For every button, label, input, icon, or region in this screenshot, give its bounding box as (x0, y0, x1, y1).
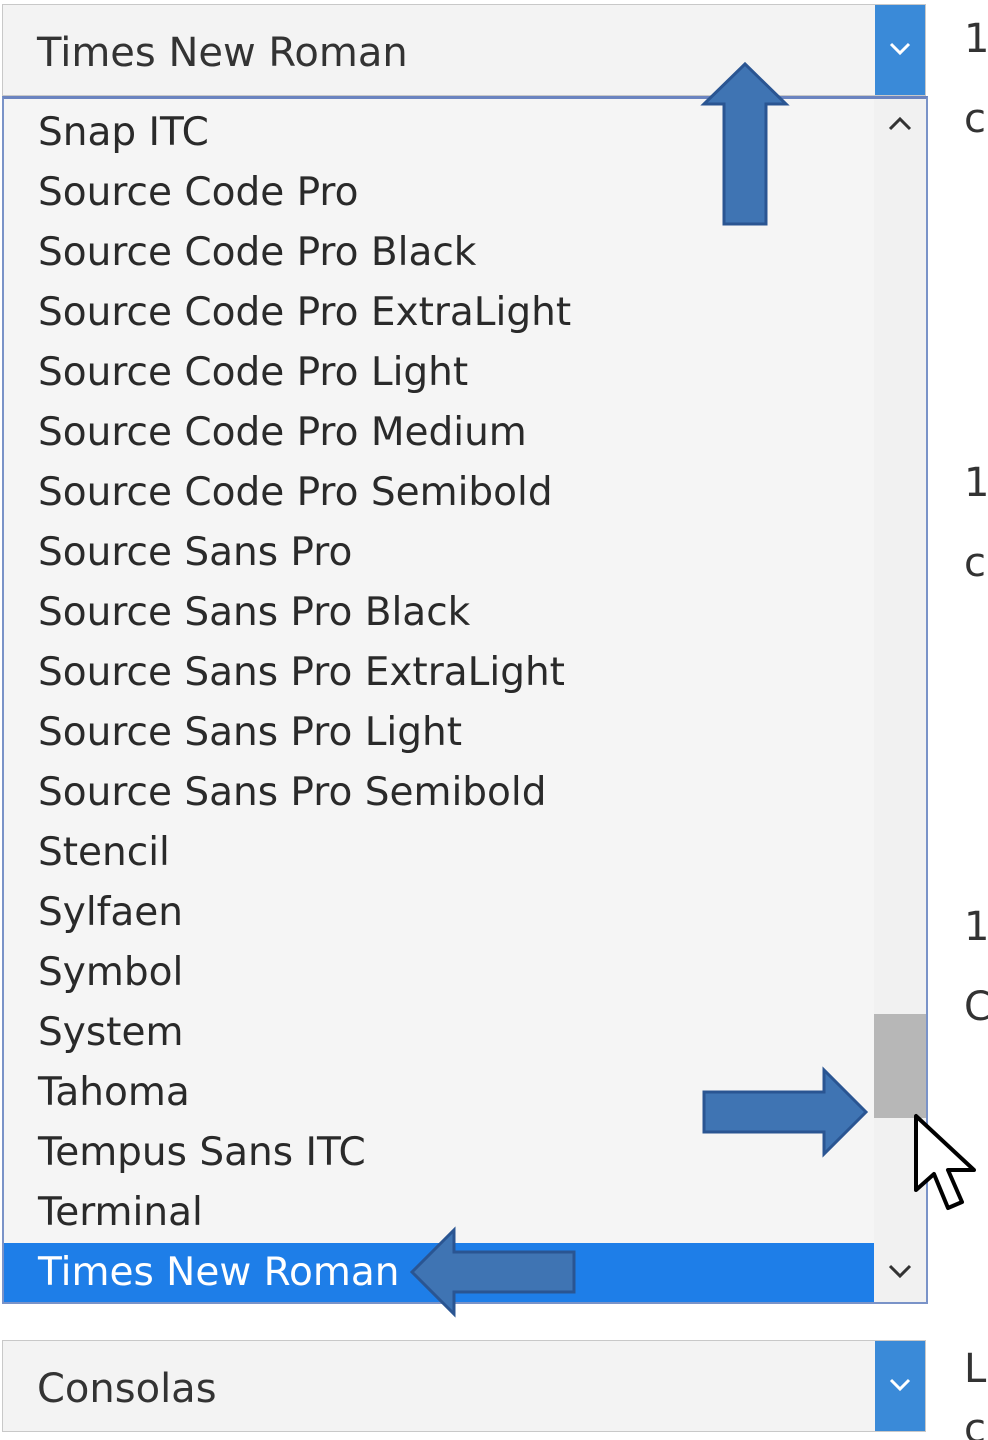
font-list-item[interactable]: Stencil (4, 823, 874, 883)
font-select-bottom-dropdown-button[interactable] (875, 1341, 925, 1431)
font-list-item[interactable]: Source Code Pro Medium (4, 403, 874, 463)
font-select-top-value: Times New Roman (37, 30, 408, 76)
font-list-item[interactable]: Source Sans Pro Black (4, 583, 874, 643)
chevron-down-icon (888, 1264, 912, 1279)
font-select-bottom[interactable]: Consolas (2, 1340, 926, 1432)
font-picker-frame: Times New Roman Snap ITC Source Code Pro S… (0, 0, 988, 1440)
scrollbar-thumb[interactable] (874, 1014, 926, 1118)
font-list-item[interactable]: Symbol (4, 943, 874, 1003)
right-edge-text: c (964, 96, 986, 142)
font-list-item[interactable]: Source Sans Pro Light (4, 703, 874, 763)
font-list-item[interactable]: Source Sans Pro Semibold (4, 763, 874, 823)
scroll-up-button[interactable] (874, 99, 926, 155)
font-list-item[interactable]: Source Code Pro ExtraLight (4, 283, 874, 343)
right-edge-text: c (964, 540, 986, 586)
font-list-item[interactable]: Source Sans Pro ExtraLight (4, 643, 874, 703)
font-list-item[interactable]: Sylfaen (4, 883, 874, 943)
font-list-item[interactable]: Source Sans Pro (4, 523, 874, 583)
font-list-item[interactable]: Source Code Pro Black (4, 223, 874, 283)
annotation-up-arrow-icon (700, 61, 790, 226)
font-select-bottom-value: Consolas (37, 1366, 217, 1412)
right-edge-text: 1 (964, 460, 988, 506)
font-list-item[interactable]: Source Code Pro Light (4, 343, 874, 403)
chevron-down-icon (889, 1378, 911, 1392)
annotation-right-arrow-icon (702, 1066, 869, 1158)
chevron-up-icon (888, 116, 912, 131)
chevron-down-icon (889, 42, 911, 56)
scroll-down-button[interactable] (874, 1246, 926, 1302)
right-edge-text: 1 (964, 16, 988, 62)
font-select-top-dropdown-button[interactable] (875, 5, 925, 95)
right-edge-text: c (964, 1406, 986, 1440)
font-list-item[interactable]: Source Code Pro Semibold (4, 463, 874, 523)
annotation-left-arrow-icon (409, 1226, 576, 1318)
right-edge-text: C (964, 984, 988, 1030)
right-edge-text: L (964, 1346, 987, 1392)
right-edge-text-column: 1 c 1 c 1 C L c (960, 0, 988, 1440)
font-list-item[interactable]: System (4, 1003, 874, 1063)
mouse-cursor-icon (914, 1114, 976, 1210)
right-edge-text: 1 (964, 904, 988, 950)
